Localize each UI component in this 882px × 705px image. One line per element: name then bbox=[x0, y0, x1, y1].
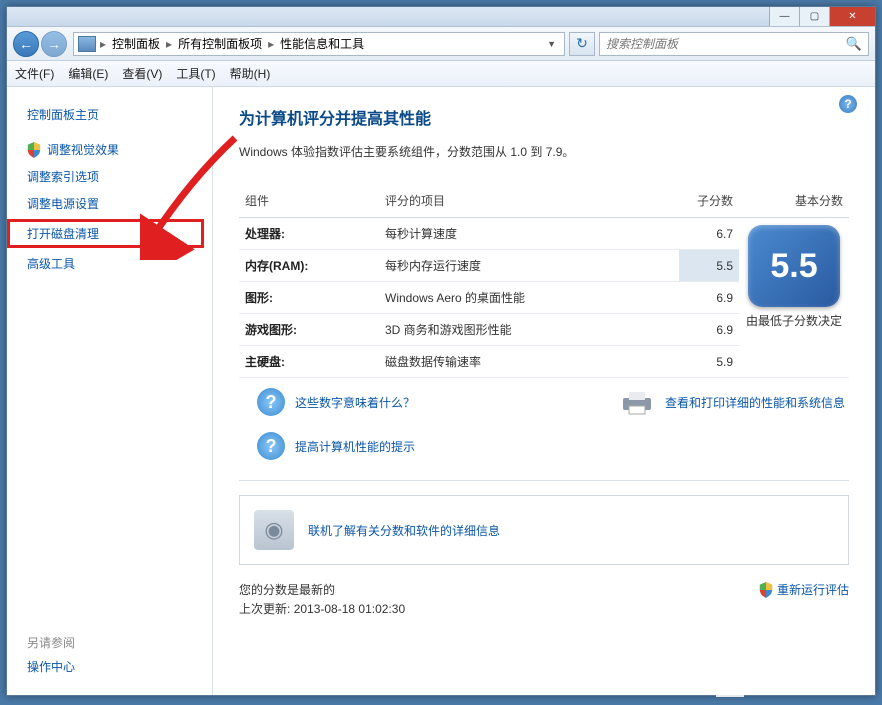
th-base: 基本分数 bbox=[739, 184, 849, 218]
back-button[interactable]: ← bbox=[13, 31, 39, 57]
crumb-control-panel[interactable]: 控制面板 bbox=[108, 35, 164, 52]
minimize-button[interactable]: — bbox=[769, 7, 799, 26]
maximize-button[interactable]: ▢ bbox=[799, 7, 829, 26]
sidebar-item-label: 调整视觉效果 bbox=[47, 141, 119, 158]
crumb-sep: ▸ bbox=[98, 37, 108, 51]
score-badge: 5.5 bbox=[748, 225, 840, 307]
score-badge-label: 由最低子分数决定 bbox=[745, 313, 843, 330]
sidebar-item-visual[interactable]: 调整视觉效果 bbox=[7, 136, 212, 163]
navigation-bar: ← → ▸ 控制面板 ▸ 所有控制面板项 ▸ 性能信息和工具 ▼ ↻ 🔍 bbox=[7, 27, 875, 61]
menubar: 文件(F) 编辑(E) 查看(V) 工具(T) 帮助(H) bbox=[7, 61, 875, 87]
menu-view[interactable]: 查看(V) bbox=[122, 65, 162, 82]
crumb-performance[interactable]: 性能信息和工具 bbox=[276, 35, 368, 52]
sidebar-main-link[interactable]: 控制面板主页 bbox=[7, 101, 212, 128]
th-component: 组件 bbox=[239, 184, 379, 218]
body-area: 控制面板主页 调整视觉效果 调整索引选项 调整电源设置 打开磁盘清理 高级工具 … bbox=[7, 87, 875, 695]
th-subscore: 子分数 bbox=[679, 184, 739, 218]
sidebar-item-power[interactable]: 调整电源设置 bbox=[7, 190, 212, 217]
link-row-1: ? 这些数字意味着什么？ 查看和打印详细的性能和系统信息 bbox=[239, 378, 849, 422]
link-view-print[interactable]: 查看和打印详细的性能和系统信息 bbox=[665, 394, 845, 411]
page-description: Windows 体验指数评估主要系统组件，分数范围从 1.0 到 7.9。 bbox=[239, 143, 849, 160]
search-box[interactable]: 🔍 bbox=[599, 32, 869, 56]
menu-tools[interactable]: 工具(T) bbox=[176, 65, 215, 82]
link-row-2: ? 提高计算机性能的提示 bbox=[239, 422, 849, 466]
shield-icon bbox=[27, 142, 41, 158]
sidebar-item-label: 打开磁盘清理 bbox=[27, 225, 99, 242]
sidebar-item-label: 调整索引选项 bbox=[27, 168, 99, 185]
rerun-label: 重新运行评估 bbox=[777, 581, 849, 598]
content-area: ? 为计算机评分并提高其性能 Windows 体验指数评估主要系统组件，分数范围… bbox=[213, 87, 875, 695]
sidebar-item-label: 调整电源设置 bbox=[27, 195, 99, 212]
titlebar: — ▢ ✕ bbox=[7, 7, 875, 27]
status-row: 您的分数是最新的 上次更新: 2013-08-18 01:02:30 重新运行评… bbox=[239, 581, 849, 619]
see-also-action-center[interactable]: 操作中心 bbox=[27, 658, 75, 675]
rerun-link[interactable]: 重新运行评估 bbox=[759, 581, 849, 598]
breadcrumb[interactable]: ▸ 控制面板 ▸ 所有控制面板项 ▸ 性能信息和工具 ▼ bbox=[73, 32, 565, 56]
sidebar: 控制面板主页 调整视觉效果 调整索引选项 调整电源设置 打开磁盘清理 高级工具 … bbox=[7, 87, 213, 695]
refresh-button[interactable]: ↻ bbox=[569, 32, 595, 56]
window-frame: — ▢ ✕ ← → ▸ 控制面板 ▸ 所有控制面板项 ▸ 性能信息和工具 ▼ ↻… bbox=[6, 6, 876, 696]
search-icon: 🔍 bbox=[846, 36, 862, 52]
menu-edit[interactable]: 编辑(E) bbox=[68, 65, 108, 82]
online-box: 联机了解有关分数和软件的详细信息 bbox=[239, 495, 849, 565]
status-latest: 您的分数是最新的 bbox=[239, 581, 405, 600]
link-what-mean[interactable]: 这些数字意味着什么？ bbox=[295, 394, 415, 411]
divider bbox=[239, 480, 849, 481]
sidebar-item-label: 高级工具 bbox=[27, 255, 75, 272]
close-button[interactable]: ✕ bbox=[829, 7, 875, 26]
menu-file[interactable]: 文件(F) bbox=[15, 65, 54, 82]
menu-help[interactable]: 帮助(H) bbox=[230, 65, 271, 82]
shield-icon bbox=[759, 582, 773, 598]
page-title: 为计算机评分并提高其性能 bbox=[239, 105, 849, 129]
printer-icon bbox=[619, 388, 655, 416]
see-also-label: 另请参阅 bbox=[27, 634, 75, 651]
base-score-cell: 5.5 由最低子分数决定 bbox=[739, 218, 849, 378]
cd-icon bbox=[254, 510, 294, 550]
row-processor: 处理器: 每秒计算速度 6.7 5.5 由最低子分数决定 bbox=[239, 218, 849, 250]
help-icon[interactable]: ? bbox=[839, 95, 857, 113]
status-updated-time: 2013-08-18 01:02:30 bbox=[294, 602, 405, 616]
question-icon: ? bbox=[257, 388, 285, 416]
status-updated-label: 上次更新: bbox=[239, 602, 290, 616]
sidebar-item-index[interactable]: 调整索引选项 bbox=[7, 163, 212, 190]
crumb-all-items[interactable]: 所有控制面板项 bbox=[174, 35, 266, 52]
sidebar-item-advanced[interactable]: 高级工具 bbox=[7, 250, 212, 277]
computer-icon bbox=[78, 36, 96, 52]
link-online[interactable]: 联机了解有关分数和软件的详细信息 bbox=[308, 522, 500, 539]
crumb-dropdown-icon[interactable]: ▼ bbox=[543, 39, 560, 49]
th-rated: 评分的项目 bbox=[379, 184, 679, 218]
link-tips[interactable]: 提高计算机性能的提示 bbox=[295, 438, 415, 455]
question-icon: ? bbox=[257, 432, 285, 460]
score-table: 组件 评分的项目 子分数 基本分数 处理器: 每秒计算速度 6.7 5.5 由最… bbox=[239, 184, 849, 378]
search-input[interactable] bbox=[606, 37, 846, 51]
sidebar-item-disk-cleanup[interactable]: 打开磁盘清理 bbox=[7, 219, 204, 248]
forward-button[interactable]: → bbox=[41, 31, 67, 57]
